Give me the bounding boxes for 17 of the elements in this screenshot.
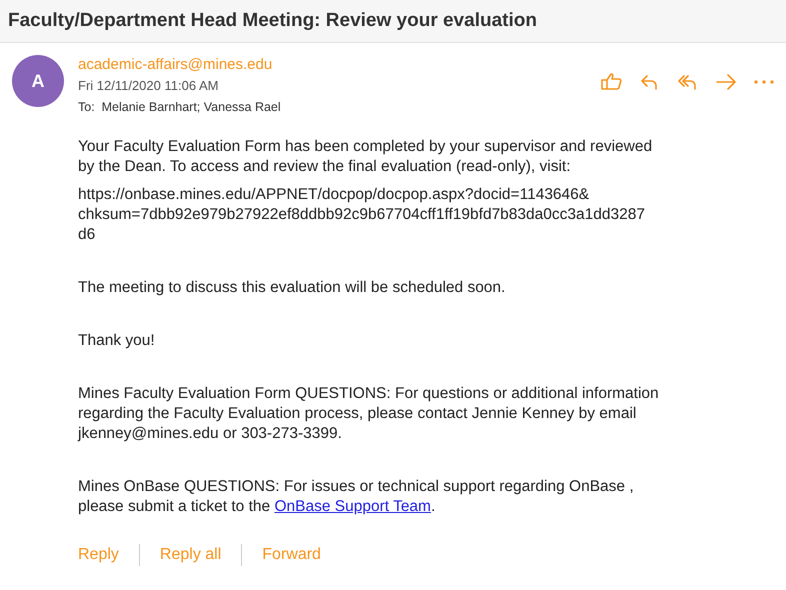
email-subject: Faculty/Department Head Meeting: Review your evaluation [8,10,537,32]
sender-address[interactable]: academic-affairs@mines.edu [78,55,272,75]
forward-button[interactable]: Forward [262,546,321,564]
sender-avatar: A [12,55,64,107]
support-link[interactable]: OnBase Support Team [274,498,431,515]
body-paragraph: Thank you! [78,331,156,351]
body-paragraph: Mines Faculty Evaluation Form QUESTIONS: For questions or additional information regarding the Faculty Evaluation process, please contact Jennie Kenney by email jkenney@mines.edu or 303-273-3399. [78,384,660,444]
body-paragraph: https://onbase.mines.edu/APPNET/docpop/docpop.aspx?docid=1143646& chksum=7dbb92e979b27922ef8ddbb92c9b67704cff1ff19bfd7b83da0cc3a1dd3287 d6 [78,185,646,245]
sent-date: Fri 12/11/2020 11:06 AM [78,77,218,95]
like-icon[interactable] [600,71,624,93]
reply-button[interactable]: Reply [78,546,119,564]
recipients-line: To: Melanie Barnhart; Vanessa Rael [78,99,281,116]
body-paragraph: Your Faculty Evaluation Form has been completed by your supervisor and reviewed by the Dean. To access and review the final evaluation (read-only), visit: [78,137,654,177]
body-paragraph: Mines OnBase QUESTIONS: For issues or technical support regarding OnBase , please submit a ticket to the OnBase Support Team. [78,477,635,517]
body-paragraph: The meeting to discuss this evaluation will be scheduled soon. [78,278,506,298]
forward-icon[interactable] [714,71,738,93]
reply-all-button[interactable]: Reply all [160,546,222,564]
